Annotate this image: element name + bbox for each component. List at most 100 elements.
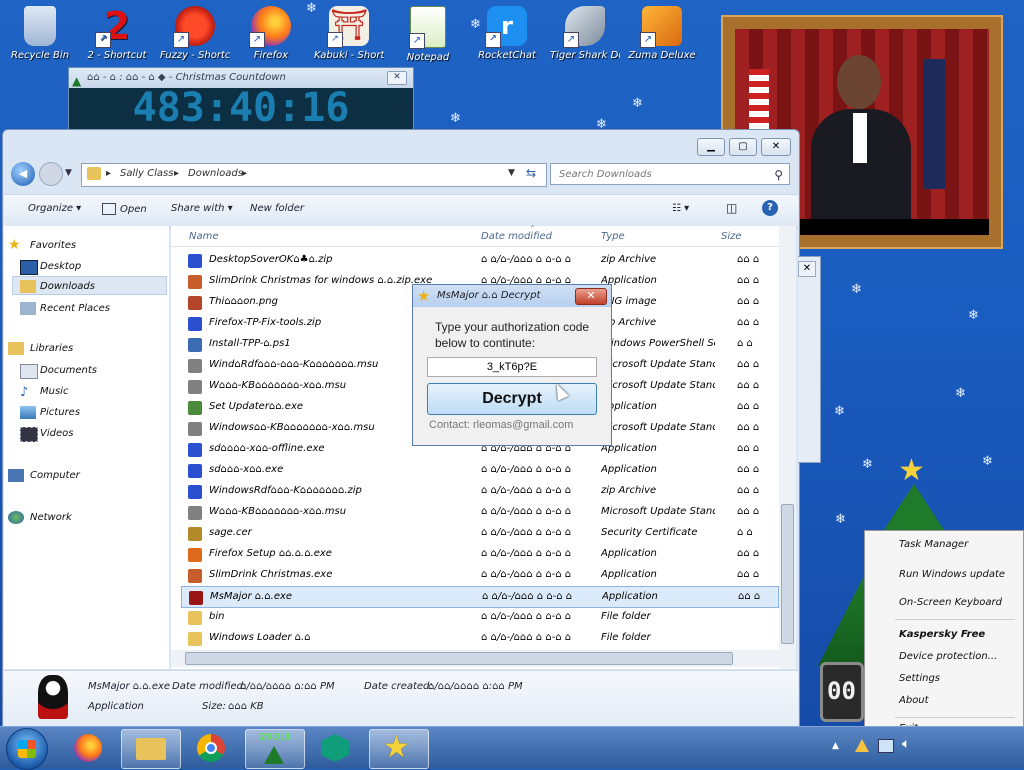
countdown-gadget-value: 293:3: [259, 732, 291, 743]
nav-libraries[interactable]: Libraries: [8, 342, 73, 355]
nav-downloads[interactable]: Downloads: [20, 280, 95, 293]
clock-widget[interactable]: 00: [820, 662, 864, 722]
breadcrumb-sally-class[interactable]: Sally Class: [120, 168, 173, 179]
tree-icon: [264, 746, 284, 764]
refresh-icon[interactable]: ⇆: [526, 166, 536, 180]
context-menu-item[interactable]: Kaspersky Free: [899, 629, 985, 640]
decrypt-dialog-titlebar[interactable]: ★ MsMajor ⌂.⌂ Decrypt ✕: [413, 285, 611, 307]
search-icon[interactable]: ⚲: [774, 164, 783, 186]
column-name[interactable]: Name: [189, 231, 219, 242]
context-menu-item[interactable]: On-Screen Keyboard: [899, 597, 1002, 608]
file-row[interactable]: MsMajor ⌂.⌂.exe ⌂ ⌂/⌂-/⌂⌂⌂ ⌂ ⌂-⌂ ⌂ Applica…: [181, 586, 779, 608]
vertical-scrollbar[interactable]: [779, 226, 796, 669]
file-size: ⌂⌂ ⌂: [737, 296, 760, 307]
horizontal-scrollbar[interactable]: [171, 650, 779, 667]
context-menu-item[interactable]: Task Manager: [899, 539, 968, 550]
explorer-window[interactable]: ▁ ▢ ✕ ◀ ▼ ▸ Sally Class ▸ Downloads ▸ ▼ …: [2, 129, 800, 728]
network-tray-icon[interactable]: [878, 739, 894, 753]
taskbar-chrome[interactable]: [183, 729, 241, 767]
context-menu-item[interactable]: Settings: [899, 673, 940, 684]
close-button[interactable]: ✕: [761, 138, 791, 156]
desktop-icon-recycle-bin[interactable]: Recycle Bin: [5, 6, 75, 74]
decrypt-dialog-close-button[interactable]: ✕: [575, 288, 607, 305]
desktop-icon-zuma[interactable]: ↗ Zuma Deluxe: [627, 6, 697, 74]
preview-pane-icon[interactable]: ◫: [726, 201, 737, 215]
organize-button[interactable]: Organize ▾: [28, 203, 81, 214]
nav-pictures[interactable]: Pictures: [20, 406, 80, 419]
column-date-modified[interactable]: Date modified: [481, 231, 552, 242]
desktop-icon-kabuki[interactable]: ⛩↗ Kabuki - Shortcut: [314, 6, 384, 74]
scroll-thumb[interactable]: [781, 504, 794, 644]
file-row[interactable]: DesktopSoverOK⌂♣⌂.zip ⌂ ⌂/⌂-/⌂⌂⌂ ⌂ ⌂-⌂ ⌂ z…: [181, 250, 777, 270]
tray-context-menu[interactable]: Task Manager Run Windows update On-Screen …: [864, 530, 1024, 744]
nav-favorites[interactable]: ★ Favorites: [8, 237, 76, 253]
share-with-button[interactable]: Share with ▾: [171, 203, 233, 214]
authorization-code-input[interactable]: 3_kT6p?E: [427, 357, 597, 377]
file-row[interactable]: sage.cer ⌂ ⌂/⌂-/⌂⌂⌂ ⌂ ⌂-⌂ ⌂ Security Certi…: [181, 523, 777, 543]
scroll-thumb[interactable]: [185, 652, 733, 665]
breadcrumb-downloads[interactable]: Downloads: [188, 168, 243, 179]
desktop-icon-rocketchat[interactable]: r ↗ RocketChat: [472, 6, 542, 74]
nav-computer[interactable]: Computer: [8, 469, 80, 482]
background-window-edge[interactable]: ✕: [798, 256, 821, 463]
file-row[interactable]: WindowsRdf⌂⌂⌂-K⌂⌂⌂⌂⌂⌂⌂.zip ⌂ ⌂/⌂-/⌂⌂⌂ ⌂ ⌂…: [181, 481, 777, 501]
chat-bubble-icon: r ↗: [485, 6, 527, 48]
countdown-close-button[interactable]: ✕: [387, 71, 407, 85]
decrypt-dialog[interactable]: ★ MsMajor ⌂.⌂ Decrypt ✕ Type your author…: [412, 284, 612, 446]
taskbar-countdown[interactable]: 293:3: [245, 729, 305, 769]
maximize-button[interactable]: ▢: [729, 138, 757, 156]
nav-desktop[interactable]: Desktop: [20, 260, 81, 275]
desktop-icon-2[interactable]: 2 ↗ 2 - Shortcut: [82, 6, 152, 74]
taskbar-msmajor[interactable]: ★: [369, 729, 429, 769]
desktop-icon-fuzzy[interactable]: ↗ Fuzzy - Shortcut: [160, 6, 230, 74]
search-input[interactable]: Search Downloads ⚲: [550, 163, 790, 185]
warning-tray-icon[interactable]: [855, 739, 869, 752]
nav-documents[interactable]: Documents: [20, 364, 97, 379]
file-name: SlimDrink Christmas.exe: [209, 569, 333, 580]
file-row[interactable]: Firefox Setup ⌂⌂.⌂.⌂.exe ⌂ ⌂/⌂-/⌂⌂⌂ ⌂ ⌂-⌂…: [181, 544, 777, 564]
view-options-icon[interactable]: ☷ ▾: [672, 203, 689, 214]
countdown-window[interactable]: ▲ ⌂⌂ - ⌂ : ⌂⌂ - ⌂ ◆ - Christmas Countdow…: [68, 67, 414, 131]
details-date-modified-label: Date modified:: [172, 681, 247, 692]
column-type[interactable]: Type: [601, 231, 625, 242]
desktop-icon-firefox[interactable]: ↗ Firefox: [236, 6, 306, 74]
taskbar-explorer[interactable]: [121, 729, 181, 769]
file-row[interactable]: SlimDrink Christmas.exe ⌂ ⌂/⌂-/⌂⌂⌂ ⌂ ⌂-⌂ …: [181, 565, 777, 585]
file-row[interactable]: W⌂⌂⌂-KB⌂⌂⌂⌂⌂⌂⌂-x⌂⌂.msu ⌂ ⌂/⌂-/⌂⌂⌂ ⌂ ⌂-⌂ ⌂…: [181, 502, 777, 522]
nav-videos[interactable]: Videos: [20, 427, 73, 442]
show-hidden-icons[interactable]: ▲: [832, 741, 839, 751]
column-size[interactable]: Size: [721, 231, 742, 242]
nav-recent-places[interactable]: Recent Places: [20, 302, 110, 315]
forward-button[interactable]: [39, 162, 63, 186]
start-button[interactable]: [6, 728, 48, 770]
new-folder-button[interactable]: New folder: [250, 203, 304, 214]
volume-tray-icon[interactable]: 🔈︎: [902, 736, 910, 752]
christmas-tree-widget[interactable]: ★: [870, 456, 960, 530]
zuma-icon: ↗: [640, 6, 682, 48]
desktop-icon-notepad[interactable]: ↗ Notepad: [393, 6, 463, 74]
back-button[interactable]: ◀: [11, 162, 35, 186]
decrypt-button[interactable]: Decrypt: [427, 383, 597, 415]
file-icon: [188, 401, 202, 415]
taskbar-firefox[interactable]: [60, 729, 118, 767]
countdown-titlebar[interactable]: ▲ ⌂⌂ - ⌂ : ⌂⌂ - ⌂ ◆ - Christmas Countdow…: [69, 68, 413, 88]
address-bar[interactable]: ▸ Sally Class ▸ Downloads ▸ ▼ ⇆: [81, 163, 547, 187]
desktop-icon-tiger-shark[interactable]: ↗ Tiger Shark Deluxe: [550, 6, 620, 74]
context-menu-item[interactable]: Device protection...: [899, 651, 997, 662]
file-type: Microsoft Update Standalone: [601, 506, 715, 517]
nav-network[interactable]: Network: [8, 511, 72, 524]
help-icon[interactable]: ?: [762, 200, 778, 216]
file-row[interactable]: sd⌂⌂⌂-x⌂⌂.exe ⌂ ⌂/⌂-/⌂⌂⌂ ⌂ ⌂-⌂ ⌂ Applicati…: [181, 460, 777, 480]
desktop-icon: [20, 260, 38, 275]
open-button[interactable]: Open: [102, 203, 147, 215]
history-dropdown[interactable]: ▼: [65, 168, 72, 178]
context-menu-item[interactable]: Run Windows update: [899, 569, 1005, 580]
context-menu-item[interactable]: About: [899, 695, 929, 706]
file-row[interactable]: bin ⌂ ⌂/⌂-/⌂⌂⌂ ⌂ ⌂-⌂ ⌂ File folder: [181, 607, 777, 627]
minimize-button[interactable]: ▁: [697, 138, 725, 156]
taskbar-kaspersky[interactable]: [307, 729, 365, 767]
nav-music[interactable]: ♪ Music: [20, 385, 68, 400]
file-row[interactable]: Windows Loader ⌂.⌂ ⌂ ⌂/⌂-/⌂⌂⌂ ⌂ ⌂-⌂ ⌂ File…: [181, 628, 777, 648]
close-icon[interactable]: ✕: [798, 261, 816, 277]
address-dropdown[interactable]: ▼: [508, 168, 515, 178]
